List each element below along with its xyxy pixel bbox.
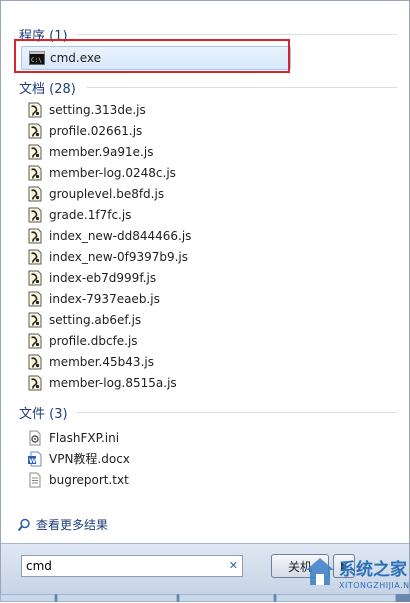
document-item-label: profile.02661.js — [49, 123, 143, 138]
js-file-icon — [28, 144, 42, 159]
document-item-label: index_new-0f9397b9.js — [49, 249, 189, 264]
document-item[interactable]: setting.ab6ef.js — [27, 309, 141, 330]
document-item[interactable]: member.45b43.js — [27, 351, 154, 372]
document-item-label: index-eb7d999f.js — [49, 270, 157, 285]
documents-divider — [87, 87, 397, 88]
file-item-label: bugreport.txt — [49, 472, 129, 487]
document-item-label: profile.dbcfe.js — [49, 333, 138, 348]
svg-text:W: W — [29, 457, 36, 465]
js-file-icon — [28, 165, 42, 180]
document-item-label: grouplevel.be8fd.js — [49, 186, 165, 201]
files-divider — [77, 412, 397, 413]
js-file-icon — [28, 333, 42, 348]
taskbar — [0, 594, 410, 602]
document-item-label: index-7937eaeb.js — [49, 291, 160, 306]
file-item-label: FlashFXP.ini — [49, 430, 120, 445]
document-item[interactable]: profile.dbcfe.js — [27, 330, 138, 351]
js-file-icon — [28, 375, 42, 390]
file-item-vpn-docx[interactable]: W VPN教程.docx — [27, 448, 130, 469]
document-item[interactable]: index-eb7d999f.js — [27, 267, 156, 288]
file-item-flashfxp[interactable]: FlashFXP.ini — [27, 427, 119, 448]
search-box[interactable]: ✕ — [21, 555, 243, 577]
js-file-icon — [28, 228, 42, 243]
ini-settings-icon — [29, 430, 41, 445]
search-input[interactable] — [26, 557, 216, 575]
see-more-results-link[interactable]: 查看更多结果 — [17, 516, 108, 533]
magnifier-icon — [17, 518, 30, 531]
js-file-icon — [28, 291, 42, 306]
document-item-label: member.45b43.js — [49, 354, 154, 369]
document-item-label: grade.1f7fc.js — [49, 207, 132, 222]
start-menu-search-results: 程序 (1) C:\ cmd.exe 文档 (28) setting.313de… — [0, 0, 410, 596]
file-item-bugreport[interactable]: bugreport.txt — [27, 469, 129, 490]
see-more-results-label: 查看更多结果 — [36, 518, 109, 532]
document-item[interactable]: setting.313de.js — [27, 99, 146, 120]
document-item[interactable]: member-log.0248c.js — [27, 162, 176, 183]
document-item[interactable]: index_new-0f9397b9.js — [27, 246, 188, 267]
document-item-label: member.9a91e.js — [49, 144, 154, 159]
document-item[interactable]: profile.02661.js — [27, 120, 142, 141]
file-item-label: VPN教程.docx — [49, 452, 130, 466]
watermark-sub: XITONGZHIJIA.NET — [339, 581, 410, 590]
document-item[interactable]: index-7937eaeb.js — [27, 288, 160, 309]
js-file-icon — [28, 270, 42, 285]
document-item-label: member-log.8515a.js — [49, 375, 177, 390]
js-file-icon — [28, 312, 42, 327]
js-file-icon — [28, 249, 42, 264]
taskbar-button[interactable] — [179, 594, 274, 602]
js-file-icon — [28, 354, 42, 369]
programs-divider — [77, 34, 397, 35]
document-item[interactable]: grade.1f7fc.js — [27, 204, 131, 225]
documents-section-header: 文档 (28) — [19, 82, 76, 97]
taskbar-button[interactable] — [0, 594, 55, 602]
house-logo-icon — [306, 558, 334, 585]
document-item[interactable]: grouplevel.be8fd.js — [27, 183, 164, 204]
txt-file-icon — [29, 472, 41, 487]
document-item-label: member-log.0248c.js — [49, 165, 176, 180]
document-item[interactable]: member-log.8515a.js — [27, 372, 177, 393]
watermark-brand: 系统之家 — [339, 560, 407, 580]
close-icon[interactable]: ✕ — [229, 559, 238, 572]
word-doc-icon: W — [28, 451, 42, 466]
taskbar-button[interactable] — [57, 594, 177, 602]
js-file-icon — [28, 102, 42, 117]
document-item-label: index_new-dd844466.js — [49, 228, 192, 243]
document-item[interactable]: member.9a91e.js — [27, 141, 153, 162]
js-file-icon — [28, 207, 42, 222]
highlight-box — [14, 39, 290, 73]
document-item-label: setting.ab6ef.js — [49, 312, 142, 327]
js-file-icon — [28, 186, 42, 201]
document-item-label: setting.313de.js — [49, 102, 146, 117]
files-section-header: 文件 (3) — [19, 407, 68, 422]
document-item[interactable]: index_new-dd844466.js — [27, 225, 191, 246]
js-file-icon — [28, 123, 42, 138]
taskbar-button[interactable] — [276, 594, 396, 602]
